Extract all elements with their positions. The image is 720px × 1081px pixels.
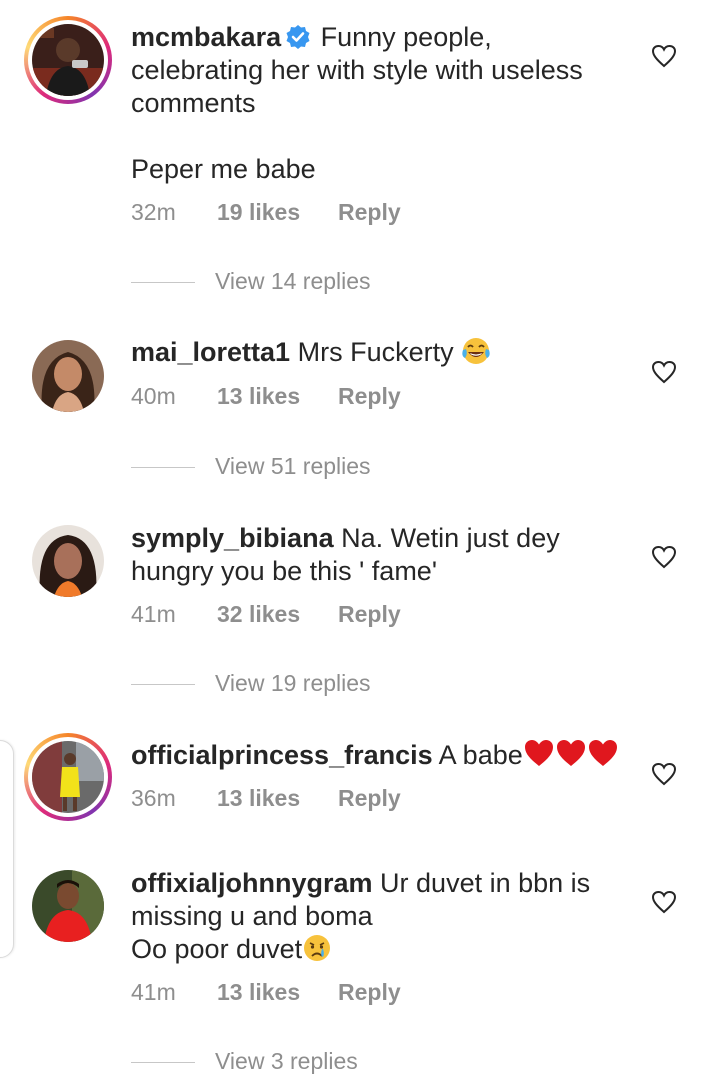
heart-outline-icon[interactable]: [651, 360, 677, 384]
comments-list: mcmbakara Funny people, celebrating her …: [0, 0, 720, 1081]
comment-time: 36m: [131, 785, 176, 811]
comment-text: Peper me babe: [131, 154, 316, 184]
comment-username[interactable]: officialprincess_francis: [131, 740, 433, 770]
comment-likes[interactable]: 19 likes: [217, 198, 338, 226]
divider: [131, 1062, 195, 1064]
comment-text: A babe: [438, 740, 523, 770]
comment-text: Oo poor duvet: [131, 934, 303, 964]
view-replies-button[interactable]: View 51 replies: [131, 452, 371, 480]
side-panel-edge[interactable]: [0, 740, 14, 958]
reply-button[interactable]: Reply: [338, 784, 401, 812]
avatar[interactable]: [32, 870, 104, 942]
comment-time: 41m: [131, 979, 176, 1005]
tears-of-joy-emoji-icon: [461, 336, 491, 366]
comment-text: missing u and boma: [131, 901, 373, 931]
heart-outline-icon[interactable]: [651, 762, 677, 786]
heart-outline-icon[interactable]: [651, 545, 677, 569]
divider: [131, 684, 195, 686]
comment-username[interactable]: offixialjohnnygram: [131, 868, 373, 898]
comment-text: Ur duvet in bbn is: [380, 868, 591, 898]
comment-likes[interactable]: 13 likes: [217, 978, 338, 1006]
reply-button[interactable]: Reply: [338, 198, 401, 226]
reply-button[interactable]: Reply: [338, 978, 401, 1006]
avatar[interactable]: [24, 16, 112, 104]
avatar[interactable]: [24, 733, 112, 821]
view-replies-button[interactable]: View 19 replies: [131, 669, 371, 697]
verified-badge-icon: [285, 24, 311, 50]
comment-time: 40m: [131, 383, 176, 409]
comment-time: 41m: [131, 601, 176, 627]
comment-time: 32m: [131, 199, 176, 225]
comment-text: comments: [131, 88, 256, 118]
comment-text: Na. Wetin just dey: [341, 523, 560, 553]
reply-button[interactable]: Reply: [338, 600, 401, 628]
comment-username[interactable]: mai_loretta1: [131, 337, 290, 367]
divider: [131, 282, 195, 284]
reply-button[interactable]: Reply: [338, 382, 401, 410]
red-heart-emoji-icon: [555, 738, 587, 768]
comment-likes[interactable]: 13 likes: [217, 784, 338, 812]
avatar[interactable]: [32, 525, 104, 597]
heart-outline-icon[interactable]: [651, 44, 677, 68]
comment-likes[interactable]: 13 likes: [217, 382, 338, 410]
crying-face-emoji-icon: [302, 933, 332, 963]
comment-text: celebrating her with style with useless: [131, 55, 583, 85]
comment-text: hungry you be this ' fame': [131, 556, 437, 586]
red-heart-emoji-icon: [587, 738, 619, 768]
comment-likes[interactable]: 32 likes: [217, 600, 338, 628]
avatar[interactable]: [32, 340, 104, 412]
comment-text: Funny people,: [320, 22, 492, 52]
divider: [131, 467, 195, 469]
comment-text: Mrs Fuckerty: [297, 337, 454, 367]
view-replies-button[interactable]: View 14 replies: [131, 267, 371, 295]
red-heart-emoji-icon: [523, 738, 555, 768]
comment-username[interactable]: mcmbakara: [131, 22, 281, 52]
heart-outline-icon[interactable]: [651, 890, 677, 914]
view-replies-button[interactable]: View 3 replies: [131, 1047, 358, 1075]
comment-username[interactable]: symply_bibiana: [131, 523, 334, 553]
